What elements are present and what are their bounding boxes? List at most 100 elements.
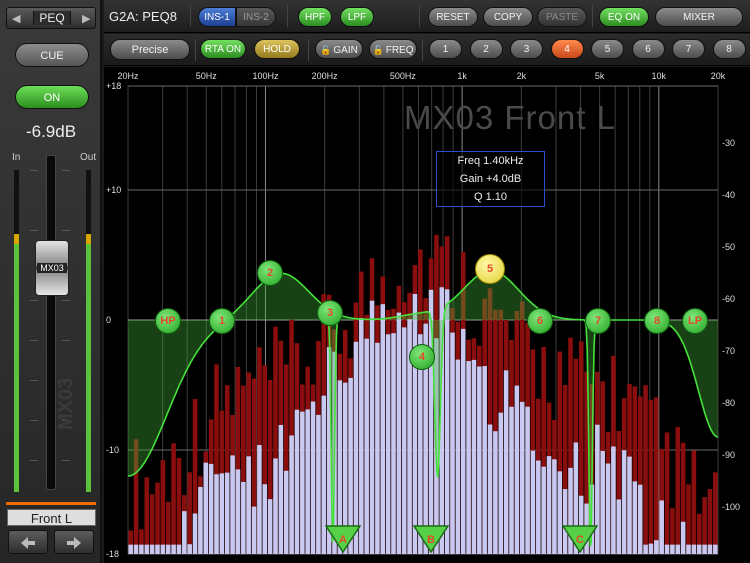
notch-handle-b[interactable]: B [412, 525, 450, 554]
paste-button[interactable]: PASTE [537, 7, 587, 27]
freq-lock-label: FREQ [385, 45, 414, 56]
rta-live-bar [294, 409, 300, 554]
rta-live-bar [144, 544, 150, 554]
rta-live-bar [600, 450, 605, 554]
rta-live-bar [460, 328, 466, 554]
rta-live-bar [171, 544, 176, 554]
mixer-button[interactable]: MIXER [655, 7, 743, 27]
band-handle-lp[interactable]: LP [682, 308, 708, 334]
band-select-button-1[interactable]: 1 [429, 39, 462, 59]
band-select-button-5[interactable]: 5 [591, 39, 624, 59]
band-handle-6[interactable]: 6 [527, 308, 553, 334]
meter-in-label: In [12, 152, 21, 163]
rta-live-bar [637, 484, 643, 554]
gain-lock-label: GAIN [333, 45, 358, 56]
rta-live-bar [616, 499, 622, 554]
meter-out-label: Out [80, 152, 97, 163]
rta-live-bar [514, 385, 520, 554]
ins1-button[interactable]: INS-1 [198, 7, 236, 27]
band-handle-4[interactable]: 4 [409, 344, 435, 370]
hpf-button[interactable]: HPF [298, 7, 332, 27]
rta-peak-bar [713, 472, 718, 554]
fader-knob[interactable]: MX03 [35, 240, 69, 296]
cue-button[interactable]: CUE [15, 43, 89, 67]
rta-live-bar [482, 366, 487, 554]
rta-live-bar [267, 499, 273, 554]
band-select-button-6[interactable]: 6 [631, 39, 665, 59]
rta-tick-label: -70 [722, 346, 735, 356]
notch-label: C [576, 534, 584, 546]
gain-tick-label: 0 [106, 315, 111, 325]
band-handle-8[interactable]: 8 [644, 308, 670, 334]
band-select-button-3[interactable]: 3 [510, 39, 543, 59]
eq-graph[interactable]: 20Hz 50Hz 100Hz 200Hz 500Hz 1k 2k 5k 10k 20k +18 +1… [104, 67, 750, 563]
rta-live-bar [316, 414, 321, 554]
reset-button[interactable]: RESET [428, 7, 478, 27]
next-channel-button[interactable] [54, 530, 94, 554]
freq-tick-label: 500Hz [390, 71, 417, 81]
rta-live-bar [391, 333, 396, 554]
gain-lock-button[interactable]: 🔓 GAIN [315, 39, 363, 59]
rta-live-bar [664, 544, 670, 554]
rta-peak-bar [144, 477, 150, 554]
rta-live-bar [182, 511, 187, 554]
rta-live-bar [241, 481, 246, 554]
precise-button[interactable]: Precise [110, 39, 190, 60]
freq-tick-label: 50Hz [196, 71, 218, 81]
on-button[interactable]: ON [15, 85, 89, 109]
fader-track[interactable] [46, 155, 56, 490]
lock-icon: 🔓 [320, 45, 332, 55]
rta-live-bar [670, 544, 675, 554]
peq-title: G2A: PEQ8 [109, 9, 177, 24]
rta-live-bar [230, 455, 235, 554]
freq-tick-label: 20Hz [117, 71, 139, 81]
channel-name[interactable]: Front L [7, 509, 96, 526]
band-select-button-4[interactable]: 4 [550, 39, 584, 59]
next-icon[interactable]: ▶ [82, 12, 90, 25]
copy-button[interactable]: COPY [483, 7, 533, 27]
rta-tick-label: -90 [722, 450, 735, 460]
rta-live-bar [611, 446, 616, 554]
rta-live-bar [498, 412, 504, 554]
rta-live-bar [369, 300, 375, 554]
fader-watermark: MX03 [55, 377, 77, 430]
band-handle-5[interactable]: 5 [475, 254, 505, 284]
rta-live-bar [466, 361, 471, 554]
rta-live-bar [471, 359, 477, 554]
rta-live-bar [659, 500, 664, 554]
notch-handle-a[interactable]: A [324, 525, 362, 554]
band-handle-hp[interactable]: HP [155, 308, 181, 334]
notch-handle-c[interactable]: C [561, 525, 599, 554]
prev-channel-button[interactable] [8, 530, 48, 554]
ins2-button[interactable]: INS-2 [236, 7, 276, 27]
band-select-button-8[interactable]: 8 [712, 39, 746, 59]
eq-on-button[interactable]: EQ ON [599, 7, 649, 27]
rta-live-bar [246, 456, 251, 554]
rta-live-bar [605, 463, 611, 554]
band-handle-1[interactable]: 1 [209, 308, 235, 334]
rta-live-bar [487, 424, 493, 554]
rta-peak-bar [160, 460, 166, 554]
rta-live-bar [477, 366, 482, 554]
gain-tick-label: +10 [106, 185, 121, 195]
band-handle-7[interactable]: 7 [585, 308, 611, 334]
rta-live-bar [691, 544, 697, 554]
band-handle-3[interactable]: 3 [317, 300, 343, 326]
band-select-button-2[interactable]: 2 [469, 39, 503, 59]
hold-button[interactable]: HOLD [254, 39, 300, 59]
band-handle-2[interactable]: 2 [257, 260, 283, 286]
peq-selector[interactable]: ◀ PEQ ▶ [6, 7, 96, 29]
rta-peak-bar [155, 482, 160, 554]
band-select-button-7[interactable]: 7 [672, 39, 705, 59]
freq-lock-button[interactable]: 🔓 FREQ [369, 39, 417, 59]
prev-icon[interactable]: ◀ [12, 12, 20, 25]
freq-tick-label: 200Hz [312, 71, 339, 81]
rta-live-bar [283, 470, 289, 554]
lpf-button[interactable]: LPF [340, 7, 374, 27]
rta-live-bar [208, 463, 214, 554]
rta-on-button[interactable]: RTA ON [200, 39, 246, 59]
rta-live-bar [165, 544, 171, 554]
rta-live-bar [444, 289, 450, 554]
rta-live-bar [503, 370, 509, 554]
notch-label: A [339, 534, 347, 546]
